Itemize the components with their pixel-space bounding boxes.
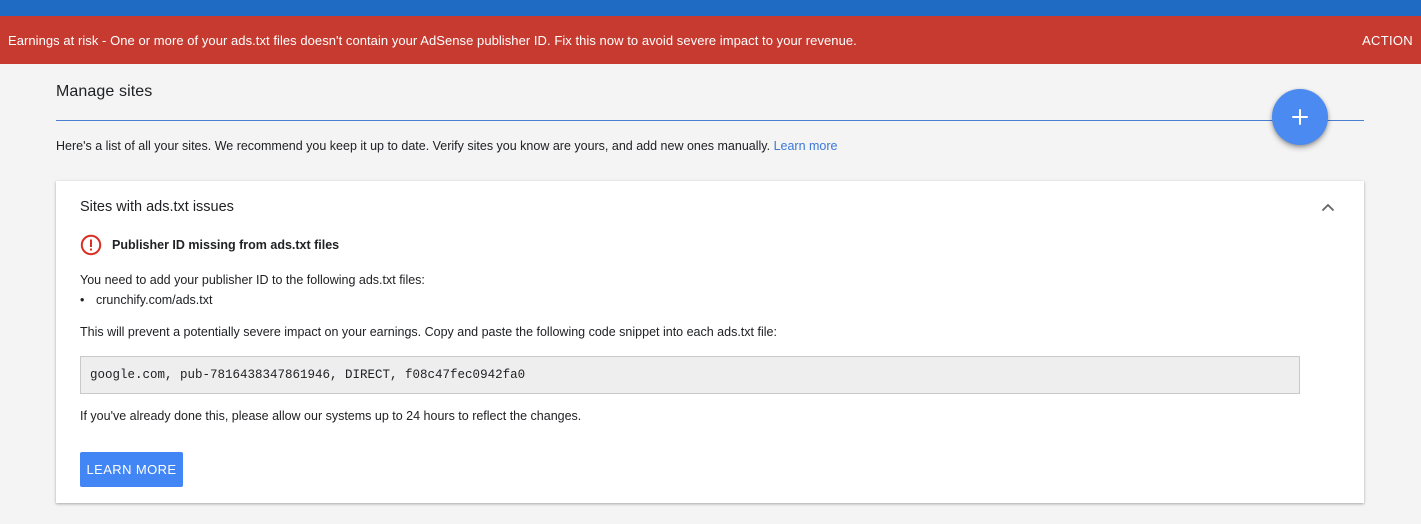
title-divider (56, 120, 1364, 121)
code-snippet[interactable]: google.com, pub-7816438347861946, DIRECT… (80, 356, 1300, 394)
intro-text: Here's a list of all your sites. We reco… (56, 139, 771, 153)
issue-title: Publisher ID missing from ads.txt files (112, 238, 340, 252)
intro-text-row: Here's a list of all your sites. We reco… (56, 139, 838, 153)
alert-message: Earnings at risk - One or more of your a… (8, 32, 857, 48)
list-item: crunchify.com/ads.txt (80, 293, 212, 307)
issue-header: Publisher ID missing from ads.txt files (80, 234, 339, 256)
ads-txt-issues-card: Sites with ads.txt issues Publisher ID m… (56, 181, 1364, 503)
chevron-up-icon (1321, 203, 1335, 211)
page-title: Manage sites (56, 83, 153, 100)
already-done-text: If you've already done this, please allo… (80, 409, 582, 423)
collapse-button[interactable] (1318, 197, 1338, 217)
alert-action-button[interactable]: ACTION (1354, 27, 1413, 54)
add-site-button[interactable] (1272, 89, 1328, 145)
plus-icon (1292, 109, 1308, 125)
ads-txt-file-list: crunchify.com/ads.txt (80, 293, 212, 307)
earnings-at-risk-banner: Earnings at risk - One or more of your a… (0, 16, 1421, 64)
prevent-text: This will prevent a potentially severe i… (80, 325, 777, 339)
card-title: Sites with ads.txt issues (80, 199, 234, 215)
learn-more-link[interactable]: Learn more (774, 139, 838, 153)
instruction-text: You need to add your publisher ID to the… (80, 273, 425, 287)
error-icon (80, 234, 102, 256)
top-app-bar (0, 0, 1421, 17)
learn-more-button[interactable]: LEARN MORE (80, 452, 183, 487)
